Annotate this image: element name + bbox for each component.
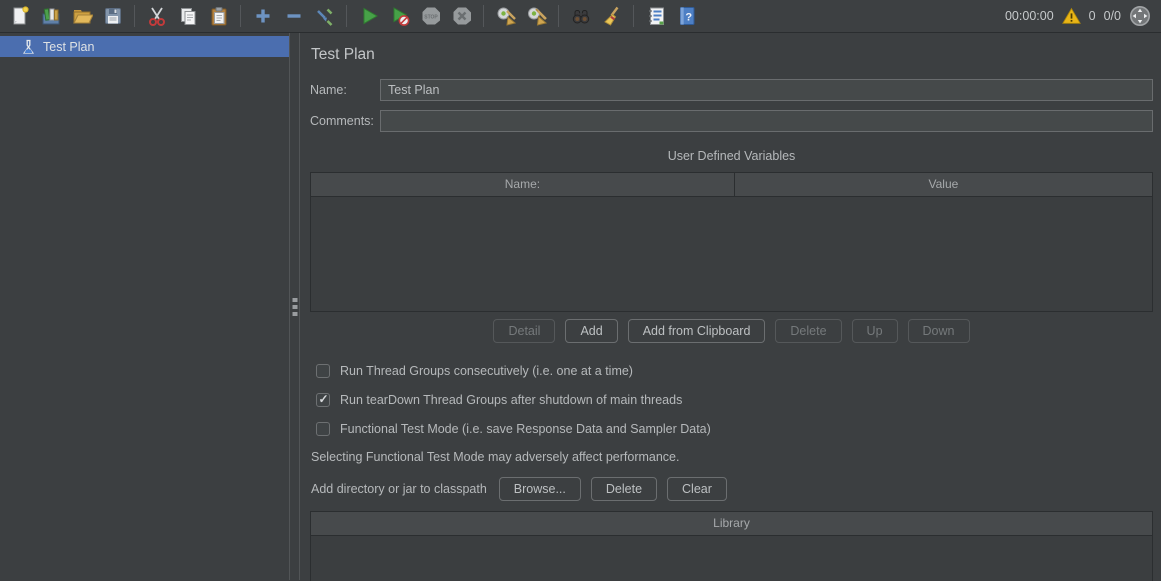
sidebar-splitter[interactable] <box>289 33 300 580</box>
test-plan-tree: Test Plan <box>0 33 289 580</box>
comments-label: Comments: <box>310 114 380 128</box>
run-teardown-checkbox[interactable] <box>316 393 330 407</box>
cut-icon[interactable] <box>143 3 170 29</box>
content-area: Test Plan Test Plan Name: Comments: User… <box>0 33 1161 580</box>
name-field-row: Name: <box>310 79 1153 101</box>
toggle-elements-icon[interactable] <box>311 3 338 29</box>
zoom-in-icon[interactable] <box>249 3 276 29</box>
test-plan-panel: Test Plan Name: Comments: User Defined V… <box>300 33 1161 580</box>
function-helper-icon[interactable] <box>642 3 669 29</box>
svg-text:?: ? <box>685 12 692 24</box>
classpath-label: Add directory or jar to classpath <box>311 482 487 496</box>
toolbar-separator <box>346 5 347 27</box>
test-plan-flask-icon <box>21 39 36 55</box>
open-file-icon[interactable] <box>68 3 95 29</box>
name-input[interactable] <box>380 79 1153 101</box>
option-label: Run Thread Groups consecutively (i.e. on… <box>340 364 633 378</box>
svg-text:STOP: STOP <box>424 14 438 20</box>
run-options: Run Thread Groups consecutively (i.e. on… <box>316 363 1153 436</box>
udv-table-header: Name: Value <box>311 173 1152 197</box>
option-label: Functional Test Mode (i.e. save Response… <box>340 422 711 436</box>
detail-button[interactable]: Detail <box>493 319 555 343</box>
toolbar-separator <box>633 5 634 27</box>
templates-icon[interactable] <box>37 3 64 29</box>
copy-icon[interactable] <box>174 3 201 29</box>
udv-table: Name: Value <box>310 172 1153 312</box>
run-consecutively-checkbox[interactable] <box>316 364 330 378</box>
clear-all-icon[interactable] <box>523 3 550 29</box>
down-button[interactable]: Down <box>908 319 970 343</box>
option-functional-mode[interactable]: Functional Test Mode (i.e. save Response… <box>316 421 1153 436</box>
main-toolbar: STOP ? 00:00:00 0 0/0 <box>0 0 1161 33</box>
comments-input[interactable] <box>380 110 1153 132</box>
name-label: Name: <box>310 83 380 97</box>
elapsed-time: 00:00:00 <box>1005 9 1054 23</box>
functional-mode-note: Selecting Functional Test Mode may adver… <box>311 450 1153 464</box>
udv-column-name[interactable]: Name: <box>311 173 735 196</box>
comments-field-row: Comments: <box>310 110 1153 132</box>
active-threads: 0/0 <box>1104 9 1121 23</box>
warning-icon[interactable] <box>1062 7 1081 25</box>
reset-search-icon[interactable] <box>598 3 625 29</box>
udv-column-value[interactable]: Value <box>735 173 1152 196</box>
start-no-pauses-icon[interactable] <box>386 3 413 29</box>
tree-node-test-plan[interactable]: Test Plan <box>0 36 289 57</box>
toolbar-separator <box>483 5 484 27</box>
zoom-out-icon[interactable] <box>280 3 307 29</box>
toolbar-status-area: 00:00:00 0 0/0 <box>1005 5 1151 27</box>
stop-icon: STOP <box>417 3 444 29</box>
option-run-teardown[interactable]: Run tearDown Thread Groups after shutdow… <box>316 392 1153 407</box>
classpath-delete-button[interactable]: Delete <box>591 477 657 501</box>
help-icon[interactable]: ? <box>673 3 700 29</box>
library-table-body[interactable] <box>311 536 1152 581</box>
search-icon[interactable] <box>567 3 594 29</box>
udv-button-row: Detail Add Add from Clipboard Delete Up … <box>310 319 1153 343</box>
library-table: Library <box>310 511 1153 581</box>
toolbar-separator <box>558 5 559 27</box>
functional-mode-checkbox[interactable] <box>316 422 330 436</box>
add-from-clipboard-button[interactable]: Add from Clipboard <box>628 319 766 343</box>
splitter-grip-icon[interactable] <box>292 298 297 316</box>
udv-title: User Defined Variables <box>310 149 1153 163</box>
library-header: Library <box>311 512 1152 536</box>
toolbar-separator <box>240 5 241 27</box>
udv-table-body[interactable] <box>311 197 1152 311</box>
classpath-row: Add directory or jar to classpath Browse… <box>311 477 1153 501</box>
page-title: Test Plan <box>311 46 1153 64</box>
option-label: Run tearDown Thread Groups after shutdow… <box>340 393 682 407</box>
error-count: 0 <box>1089 9 1096 23</box>
add-button[interactable]: Add <box>565 319 617 343</box>
shutdown-icon <box>448 3 475 29</box>
classpath-clear-button[interactable]: Clear <box>667 477 727 501</box>
new-file-icon[interactable] <box>6 3 33 29</box>
delete-button[interactable]: Delete <box>775 319 841 343</box>
up-button[interactable]: Up <box>852 319 898 343</box>
compass-icon[interactable] <box>1129 5 1151 27</box>
toolbar-separator <box>134 5 135 27</box>
paste-icon[interactable] <box>205 3 232 29</box>
save-icon[interactable] <box>99 3 126 29</box>
option-run-consecutively[interactable]: Run Thread Groups consecutively (i.e. on… <box>316 363 1153 378</box>
start-icon[interactable] <box>355 3 382 29</box>
tree-node-label: Test Plan <box>43 40 94 54</box>
browse-button[interactable]: Browse... <box>499 477 581 501</box>
clear-icon[interactable] <box>492 3 519 29</box>
